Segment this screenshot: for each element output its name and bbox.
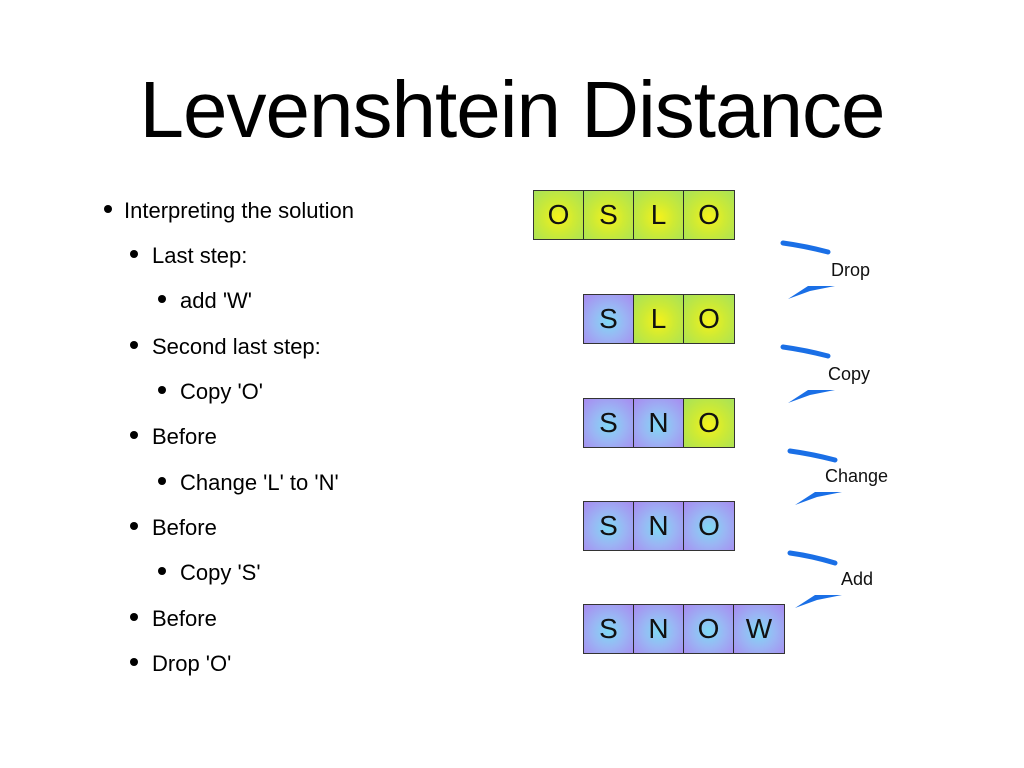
- arrow-tail-icon: [787, 550, 838, 566]
- arrow-tail-icon: [780, 240, 831, 255]
- arrow-tail-icon: [780, 344, 831, 359]
- arrow-drop: [780, 240, 835, 299]
- operation-label: Add: [841, 569, 874, 589]
- operation-label: Copy: [828, 364, 871, 384]
- arrow-add: [787, 550, 842, 608]
- operation-label: Change: [825, 466, 889, 486]
- arrow-head-icon: [795, 492, 842, 505]
- operation-label: Drop: [831, 260, 871, 280]
- arrow-head-icon: [788, 286, 835, 299]
- arrow-head-icon: [788, 390, 835, 403]
- arrow-tail-icon: [787, 448, 838, 463]
- arrow-head-icon: [795, 595, 842, 608]
- arrows-layer: [780, 240, 842, 608]
